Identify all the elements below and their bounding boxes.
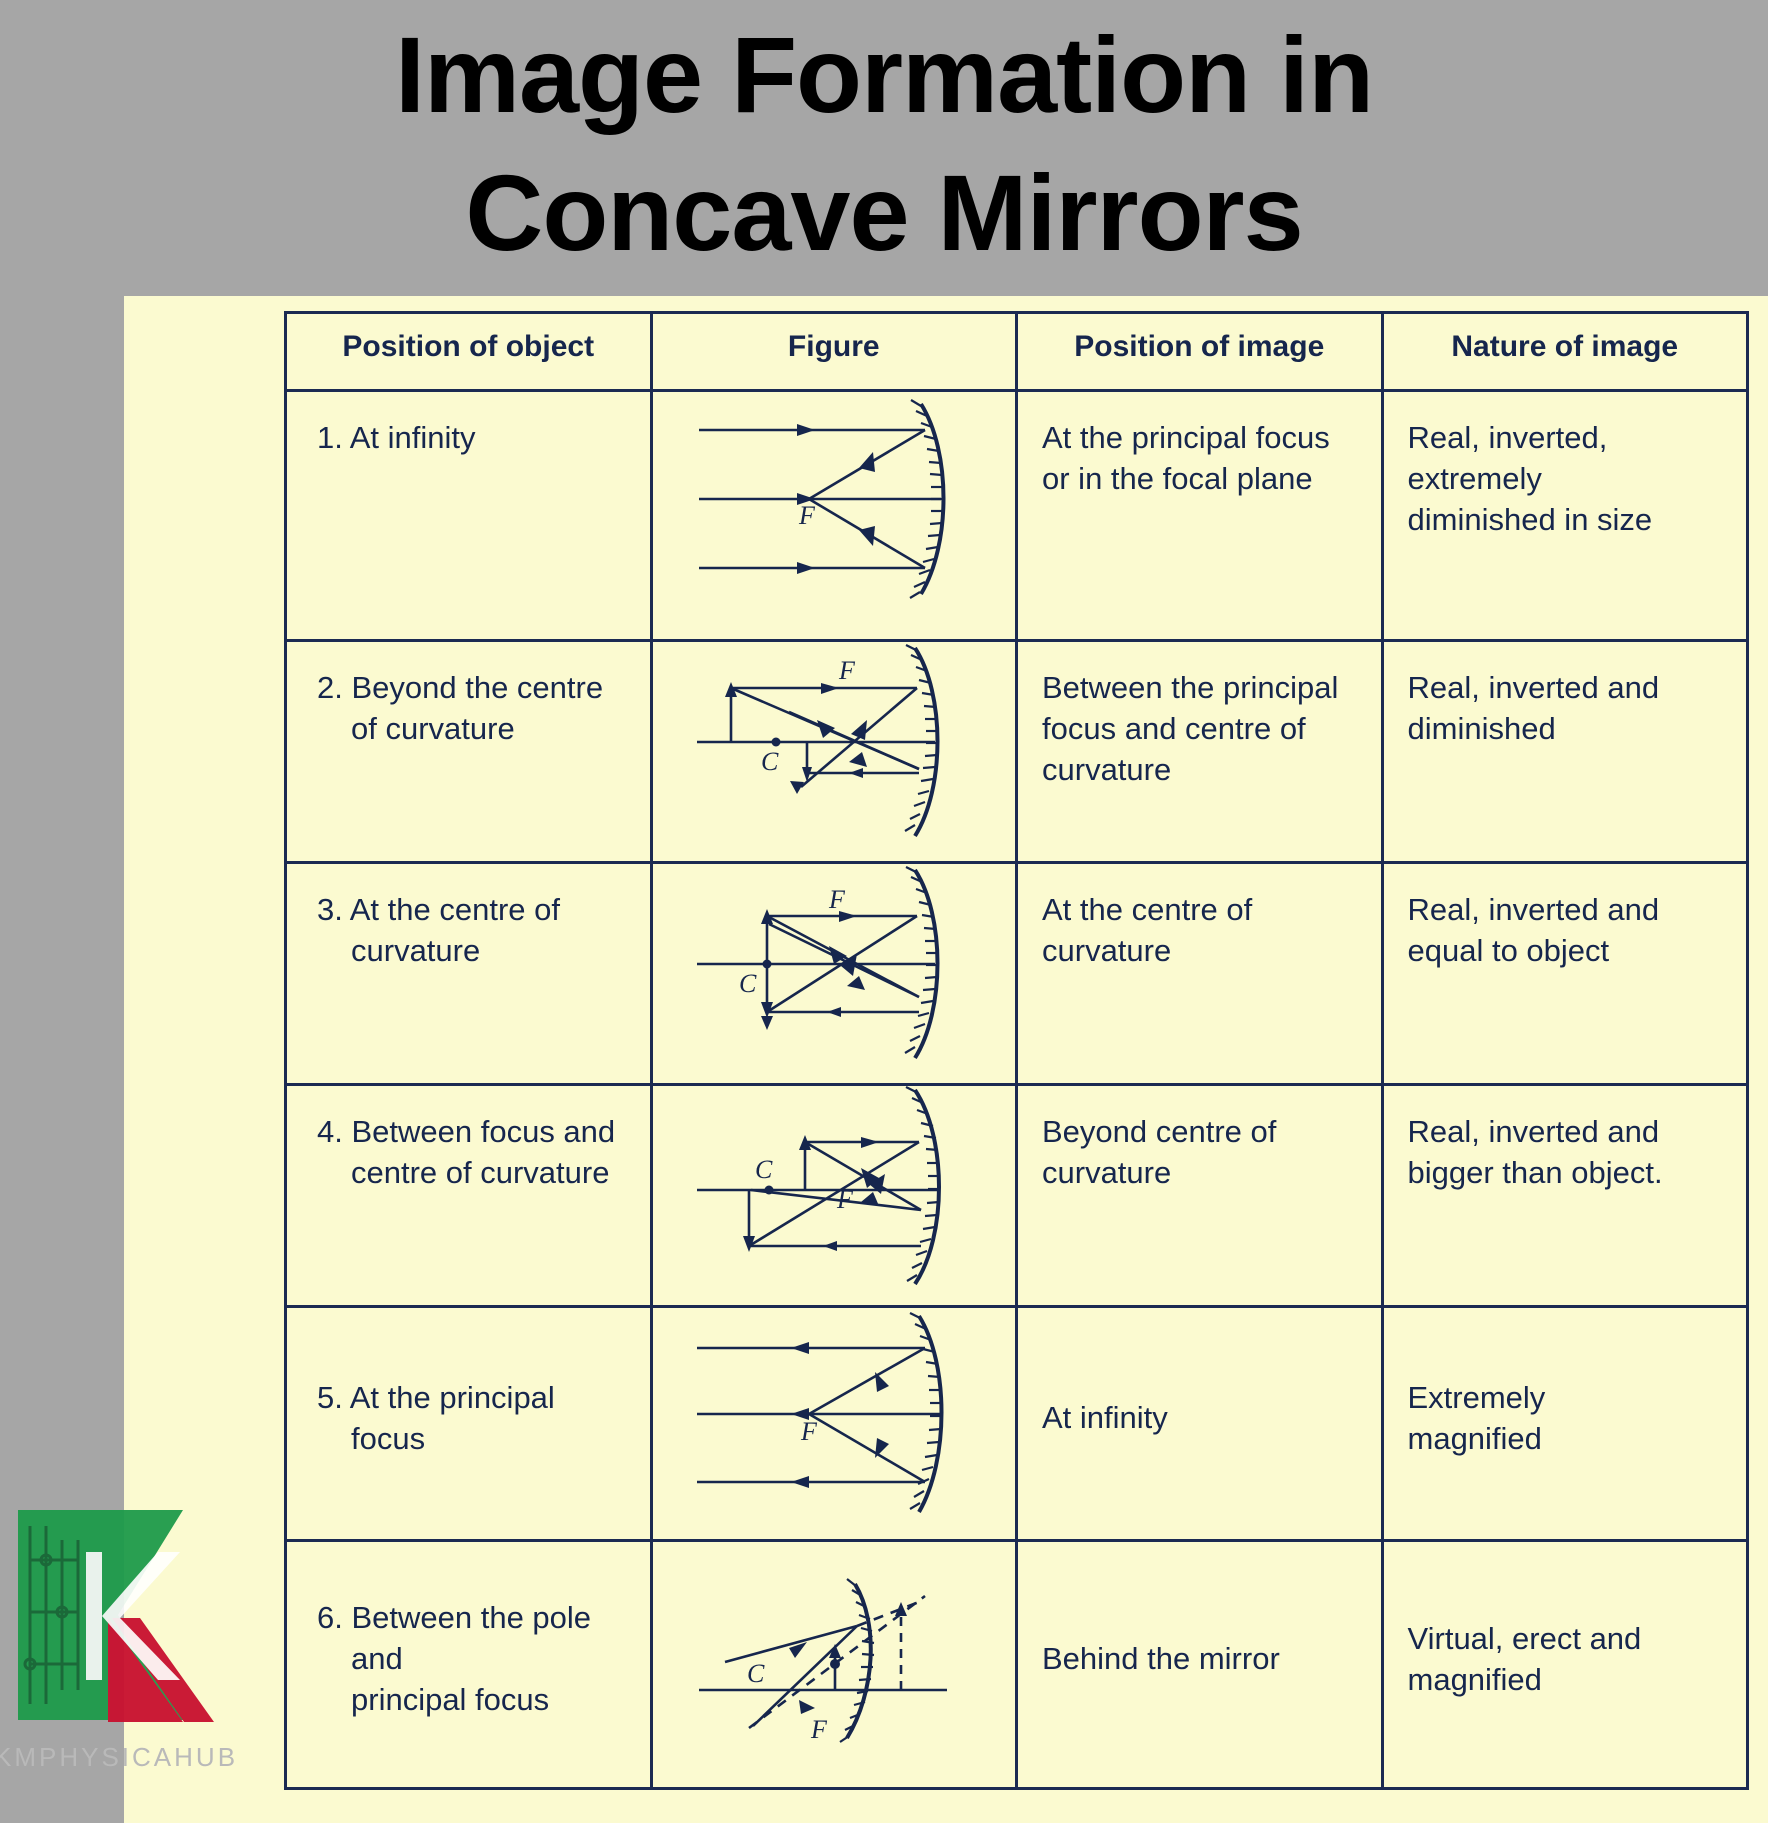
watermark-text: KMPHYSICAHUB: [0, 1742, 239, 1772]
table-row: 3. At the centre of curvature F C At the…: [284, 861, 1749, 1086]
figure-label-F: F: [836, 1185, 854, 1214]
header-position-of-object: Position of object: [284, 311, 653, 392]
row6-position-text: 6. Between the pole and principal focus: [317, 1600, 592, 1717]
figure-label-F: F: [800, 1417, 818, 1446]
concave-mirror-object-between-f-and-c-diagram: F C: [696, 1086, 941, 1286]
brand-logo-icon: [18, 1510, 214, 1722]
cell-nature-of-image: Real, inverted and equal to object: [1380, 861, 1749, 1086]
table-row: 6. Between the pole and principal focus: [284, 1539, 1749, 1790]
header-row: Position of object Figure Position of im…: [284, 311, 1749, 392]
figure-label-C: C: [739, 969, 757, 998]
cell-nature-of-image: Real, inverted and bigger than object.: [1380, 1083, 1749, 1308]
concave-mirror-object-at-infinity-diagram: F: [698, 399, 946, 599]
row1-image-position-text: At the principal focus or in the focal p…: [1042, 420, 1330, 496]
row2-nature-text: Real, inverted and diminished: [1407, 670, 1660, 746]
cell-position-of-image: At infinity: [1015, 1305, 1384, 1542]
cell-position-of-object: 2. Beyond the centre of curvature: [284, 639, 653, 864]
cell-position-of-object: 3. At the centre of curvature: [284, 861, 653, 1086]
row1-position-text: 1. At infinity: [317, 420, 476, 455]
row5-nature-text: Extremely magnified: [1407, 1379, 1546, 1456]
row4-position-text: 4. Between focus and centre of curvature: [317, 1114, 616, 1190]
table-row: 1. At infinity F At the principal focus …: [284, 389, 1749, 642]
cell-position-of-image: At the centre of curvature: [1015, 861, 1384, 1086]
title-line-1: Image Formation in: [394, 14, 1374, 135]
cell-figure: C F: [649, 1539, 1018, 1790]
cell-position-of-object: 5. At the principal focus: [284, 1305, 653, 1542]
row6-nature-text: Virtual, erect and magnified: [1407, 1620, 1642, 1697]
header-nature-of-image: Nature of image: [1380, 311, 1749, 392]
figure-label-F: F: [828, 885, 846, 914]
row1-nature-text: Real, inverted, extremely diminished in …: [1407, 420, 1653, 537]
table-row: 2. Beyond the centre of curvature F C Be…: [284, 639, 1749, 864]
figure-label-F: F: [810, 1715, 828, 1744]
image-formation-table: Position of object Figure Position of im…: [284, 311, 1749, 1790]
figure-label-F: F: [798, 501, 816, 530]
row6-image-position-text: Behind the mirror: [1042, 1641, 1280, 1677]
cell-position-of-object: 4. Between focus and centre of curvature: [284, 1083, 653, 1308]
concave-mirror-object-beyond-c-diagram: F C: [696, 644, 940, 838]
content-panel: Position of object Figure Position of im…: [124, 296, 1768, 1823]
cell-figure: F: [649, 1305, 1018, 1542]
figure-label-C: C: [755, 1155, 773, 1184]
row4-image-position-text: Beyond centre of curvature: [1042, 1114, 1277, 1190]
row4-nature-text: Real, inverted and bigger than object.: [1407, 1114, 1663, 1190]
table-body: 1. At infinity F At the principal focus …: [284, 389, 1749, 1790]
concave-mirror-object-at-c-diagram: F C: [696, 866, 940, 1060]
cell-nature-of-image: Real, inverted and diminished: [1380, 639, 1749, 864]
cell-figure: F: [649, 389, 1018, 642]
cell-position-of-object: 6. Between the pole and principal focus: [284, 1539, 653, 1790]
row3-image-position-text: At the centre of curvature: [1042, 892, 1253, 968]
concave-mirror-object-between-p-and-f-diagram: C F: [698, 1578, 947, 1744]
cell-position-of-image: Beyond centre of curvature: [1015, 1083, 1384, 1308]
cell-figure: F C: [649, 1083, 1018, 1308]
figure-label-F: F: [838, 656, 856, 685]
table-header: Position of object Figure Position of im…: [284, 311, 1749, 392]
table-row: 5. At the principal focus F At infinity …: [284, 1305, 1749, 1542]
table-wrapper: Position of object Figure Position of im…: [284, 311, 1749, 1821]
cell-position-of-image: Between the principal focus and centre o…: [1015, 639, 1384, 864]
header-position-of-image: Position of image: [1015, 311, 1384, 392]
poster-root: Image Formation in Concave Mirrors Posit…: [0, 0, 1768, 1823]
cell-figure: F C: [649, 639, 1018, 864]
row5-image-position-text: At infinity: [1042, 1400, 1168, 1436]
cell-nature-of-image: Real, inverted, extremely diminished in …: [1380, 389, 1749, 642]
row3-position-text: 3. At the centre of curvature: [317, 892, 560, 968]
row2-image-position-text: Between the principal focus and centre o…: [1042, 670, 1339, 787]
concave-mirror-object-at-f-diagram: F: [696, 1312, 944, 1513]
cell-figure: F C: [649, 861, 1018, 1086]
figure-label-C: C: [747, 1659, 765, 1688]
header-figure: Figure: [649, 311, 1018, 392]
cell-position-of-image: Behind the mirror: [1015, 1539, 1384, 1790]
poster-title: Image Formation in Concave Mirrors: [0, 0, 1768, 296]
figure-label-C: C: [761, 747, 779, 776]
cell-position-of-object: 1. At infinity: [284, 389, 653, 642]
row5-position-text: 5. At the principal focus: [317, 1379, 555, 1456]
table-row: 4. Between focus and centre of curvature: [284, 1083, 1749, 1308]
cell-position-of-image: At the principal focus or in the focal p…: [1015, 389, 1384, 642]
title-line-2: Concave Mirrors: [465, 152, 1303, 274]
cell-nature-of-image: Extremely magnified: [1380, 1305, 1749, 1542]
cell-nature-of-image: Virtual, erect and magnified: [1380, 1539, 1749, 1790]
row2-position-text: 2. Beyond the centre of curvature: [317, 670, 604, 746]
row3-nature-text: Real, inverted and equal to object: [1407, 892, 1660, 968]
